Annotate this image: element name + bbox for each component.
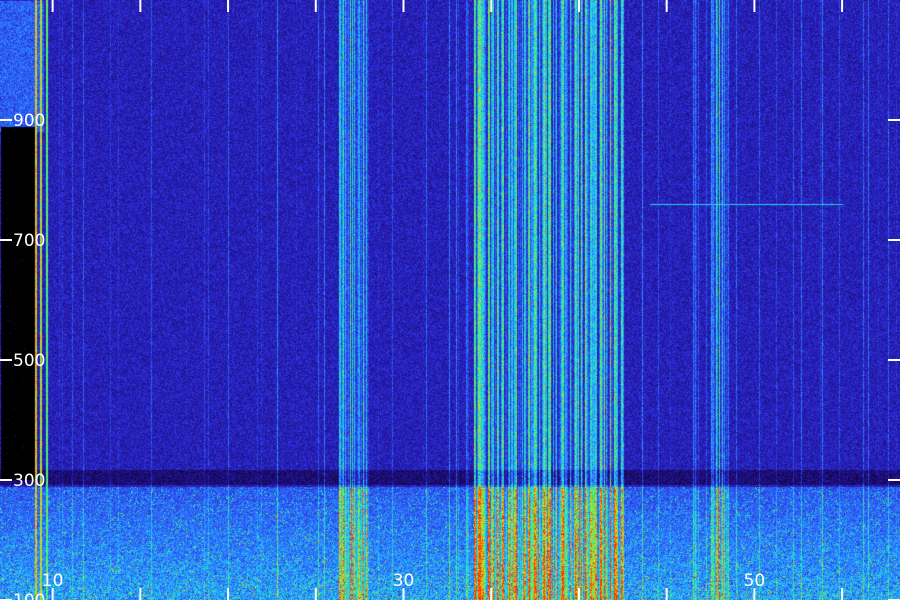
y-tick-label: 700 [13,231,45,251]
y-tick-label: 500 [13,351,45,371]
axis-overlay: 10 30 50 100 300 500 700 900 [0,0,900,600]
y-tick-label: 300 [13,471,45,491]
x-tick-label: 10 [42,571,64,591]
x-tick-label: 30 [393,571,415,591]
y-tick-label: 900 [13,111,45,131]
x-tick-label: 50 [744,571,766,591]
y-tick-label: 100 [13,591,45,600]
